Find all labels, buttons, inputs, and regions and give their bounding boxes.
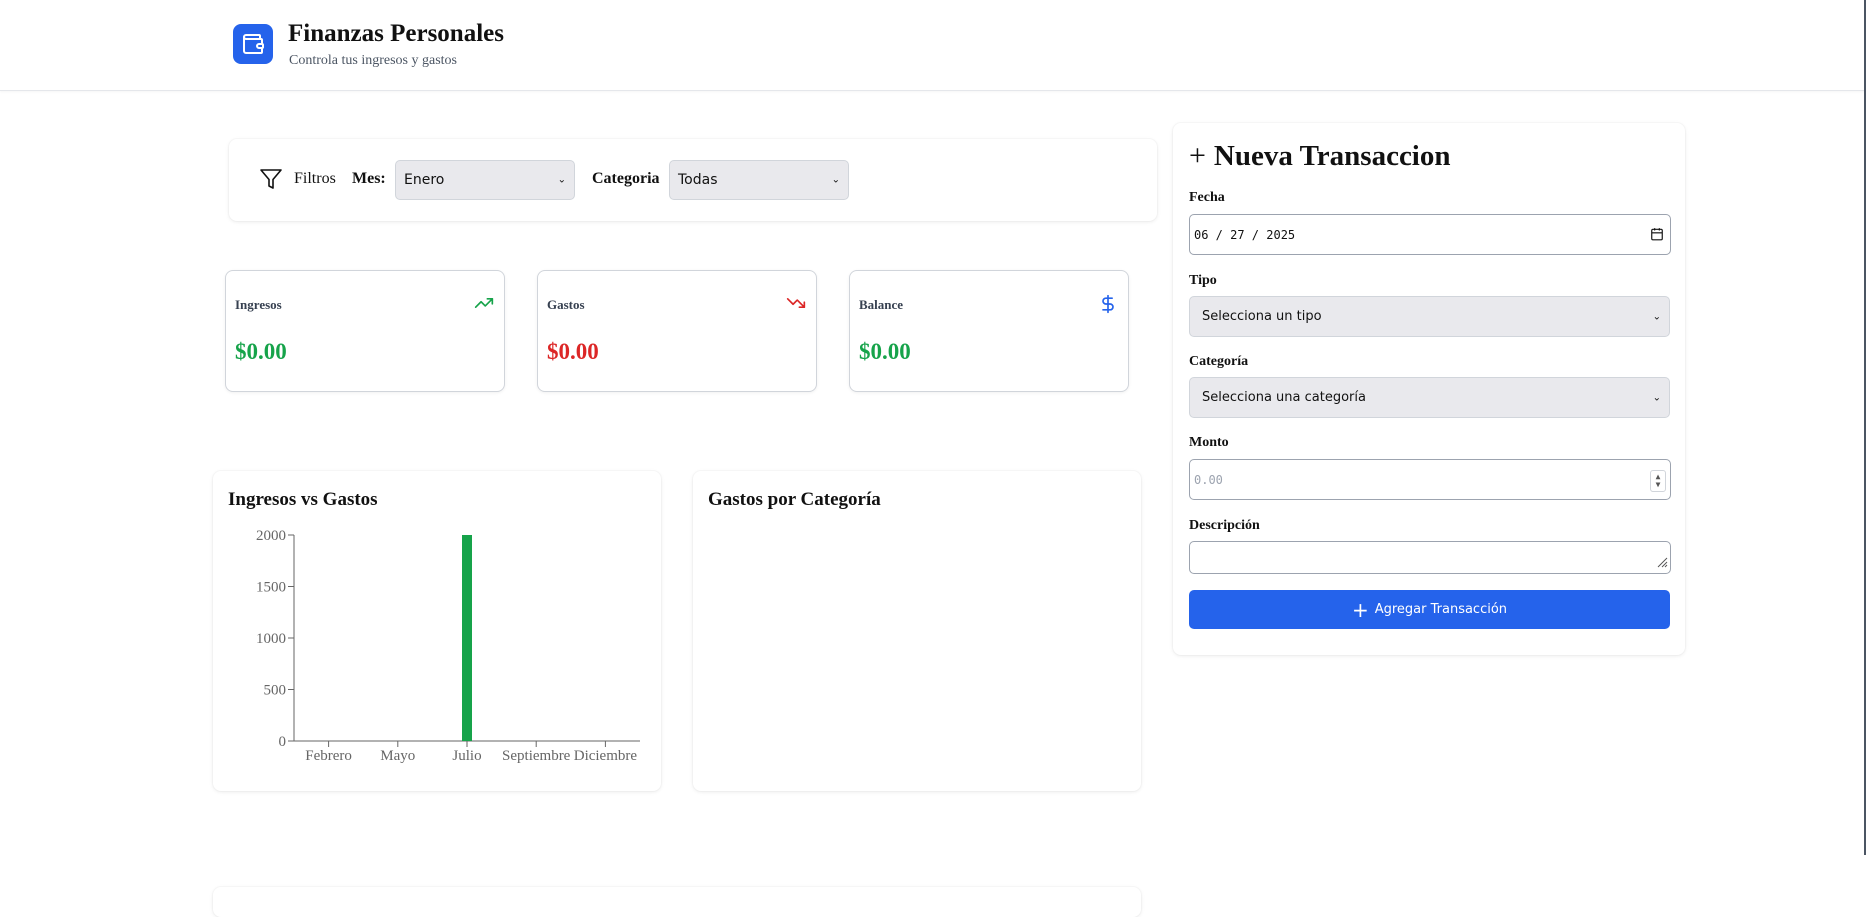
form-title: + Nueva Transaccion [1189,139,1451,173]
trending-up-icon [474,293,494,318]
y-tick-label: 2000 [256,528,286,544]
new-transaction-form: + Nueva Transaccion Fecha 06 / 27 / 2025… [1173,123,1685,655]
add-transaction-button[interactable]: + Agregar Transacción [1189,590,1670,629]
plus-icon: + [1351,597,1369,622]
chevron-down-icon: ⌄ [557,174,566,186]
income-stat-card: Ingresos $0.00 [225,270,505,392]
calendar-icon[interactable] [1650,227,1664,244]
chevron-down-icon: ⌄ [1652,392,1661,403]
month-label: Mes: [352,170,386,187]
stat-value: $0.00 [547,339,599,364]
x-tick-label: Julio [452,748,481,764]
transactions-list-card [213,887,1141,917]
date-input[interactable]: 06 / 27 / 2025 [1189,214,1671,255]
form-title-text: Nueva Transaccion [1213,139,1451,172]
chevron-down-icon: ⌄ [831,174,840,186]
month-select-value: Enero [404,172,445,188]
x-tick-label: Febrero [305,748,352,764]
plus-icon: + [1189,139,1206,172]
stat-value: $0.00 [235,339,287,364]
y-tick-label: 1500 [256,580,286,596]
category-select[interactable]: Selecciona una categoría ⌄ [1189,377,1670,418]
stat-label: Balance [859,297,904,312]
type-select-value: Selecciona un tipo [1202,309,1322,324]
dollar-icon [1098,293,1118,320]
x-tick-label: Mayo [380,748,415,764]
amount-placeholder: 0.00 [1194,472,1223,487]
x-tick-label: Septiembre [502,748,571,764]
category-filter-label: Categoria [592,170,660,187]
bar [462,535,472,741]
amount-input[interactable]: 0.00 ▲ ▼ [1189,459,1671,500]
filters-bar: Filtros Mes: Enero ⌄ Categoria Todas ⌄ [229,139,1157,221]
y-tick-label: 0 [279,734,287,750]
wallet-icon [233,24,273,64]
trending-down-icon [786,293,806,318]
chart-title: Gastos por Categoría [708,489,881,510]
balance-stat-card: Balance $0.00 [849,270,1129,392]
category-label: Categoría [1189,354,1249,369]
number-stepper-icon[interactable]: ▲ ▼ [1650,470,1666,492]
add-transaction-label: Agregar Transacción [1374,602,1508,617]
date-label: Fecha [1189,190,1225,205]
description-textarea[interactable] [1189,541,1671,574]
y-tick-label: 1000 [256,631,286,647]
category-select-value: Selecciona una categoría [1202,390,1366,405]
type-select[interactable]: Selecciona un tipo ⌄ [1189,296,1670,337]
description-label: Descripción [1189,518,1260,533]
chevron-down-icon: ⌄ [1652,311,1661,322]
expense-by-category-chart-card: Gastos por Categoría [693,471,1141,791]
stat-value: $0.00 [859,339,911,364]
category-filter-select[interactable]: Todas ⌄ [669,160,849,200]
date-value: 06 / 27 / 2025 [1194,227,1296,242]
app-subtitle: Controla tus ingresos y gastos [289,53,457,68]
amount-label: Monto [1189,435,1229,450]
type-label: Tipo [1189,273,1217,288]
bar-chart: 0 500 1000 1500 2000 Febrero Mayo Julio Septiemb… [256,528,640,764]
month-select[interactable]: Enero ⌄ [395,160,575,200]
app-title: Finanzas Personales [288,20,504,47]
category-filter-value: Todas [678,172,718,188]
filter-icon [259,167,283,196]
app-header: Finanzas Personales Controla tus ingreso… [0,0,1866,91]
filters-label: Filtros [294,170,336,187]
resize-handle-icon[interactable] [1656,556,1668,571]
stat-label: Ingresos [235,297,282,312]
y-tick-label: 500 [264,683,287,699]
x-tick-label: Diciembre [574,748,638,764]
stat-label: Gastos [547,297,585,312]
expense-stat-card: Gastos $0.00 [537,270,817,392]
income-vs-expense-chart-card: Ingresos vs Gastos 0 500 1000 1500 2000 Febre… [213,471,661,791]
